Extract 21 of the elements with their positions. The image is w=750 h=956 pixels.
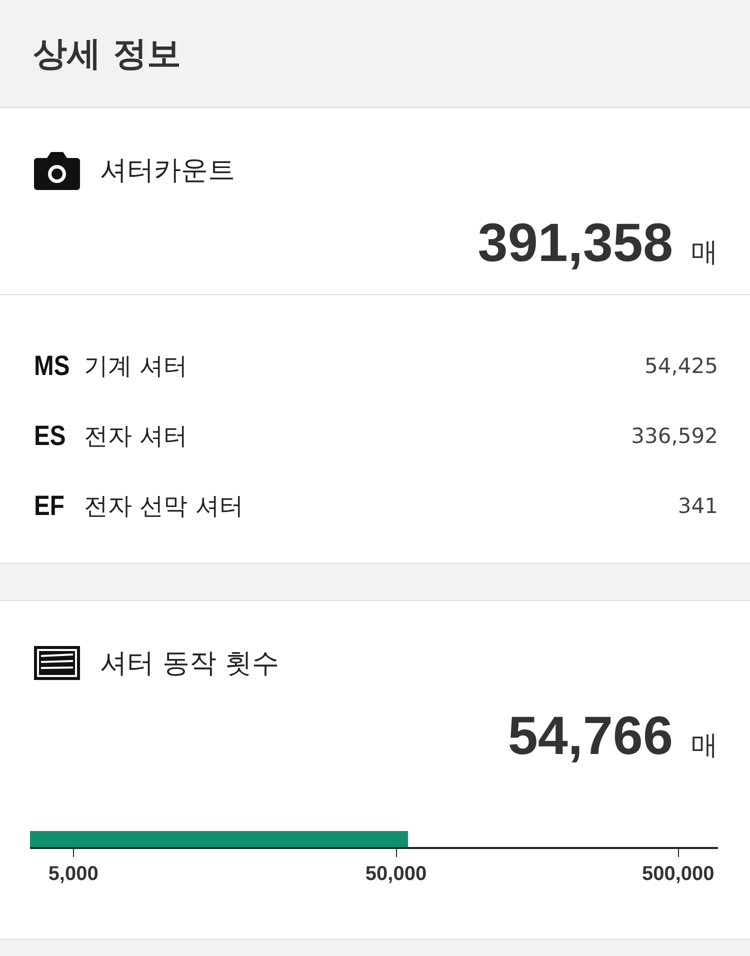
shutter-type-count: 54,425 (644, 354, 718, 378)
camera-icon (34, 150, 80, 190)
section-label: 셔터카운트 (100, 154, 235, 188)
section-label: 셔터 동작 횟수 (100, 647, 280, 681)
unit-label: 매 (691, 729, 718, 763)
tick-label: 5,000 (48, 863, 98, 886)
shutter-type-label: 전자 선막 셔터 (84, 491, 244, 522)
shutter-type-code: EF (34, 490, 66, 522)
shutter-count-value: 391,358 (478, 212, 673, 274)
actuation-count-value: 54,766 (508, 705, 673, 767)
unit-label: 매 (691, 236, 718, 270)
tick-label: 50,000 (365, 863, 427, 886)
shutter-type-code: MS (34, 350, 71, 382)
shutter-type-label: 전자 셔터 (84, 421, 188, 452)
page-title: 상세 정보 (33, 32, 181, 76)
shutter-type-count: 341 (678, 494, 718, 518)
tick-label: 500,000 (642, 863, 714, 886)
shutter-type-label: 기계 셔터 (84, 351, 188, 382)
shutter-type-code: ES (34, 420, 67, 452)
shutter-type-count: 336,592 (631, 424, 718, 448)
shutter-icon (34, 646, 80, 680)
